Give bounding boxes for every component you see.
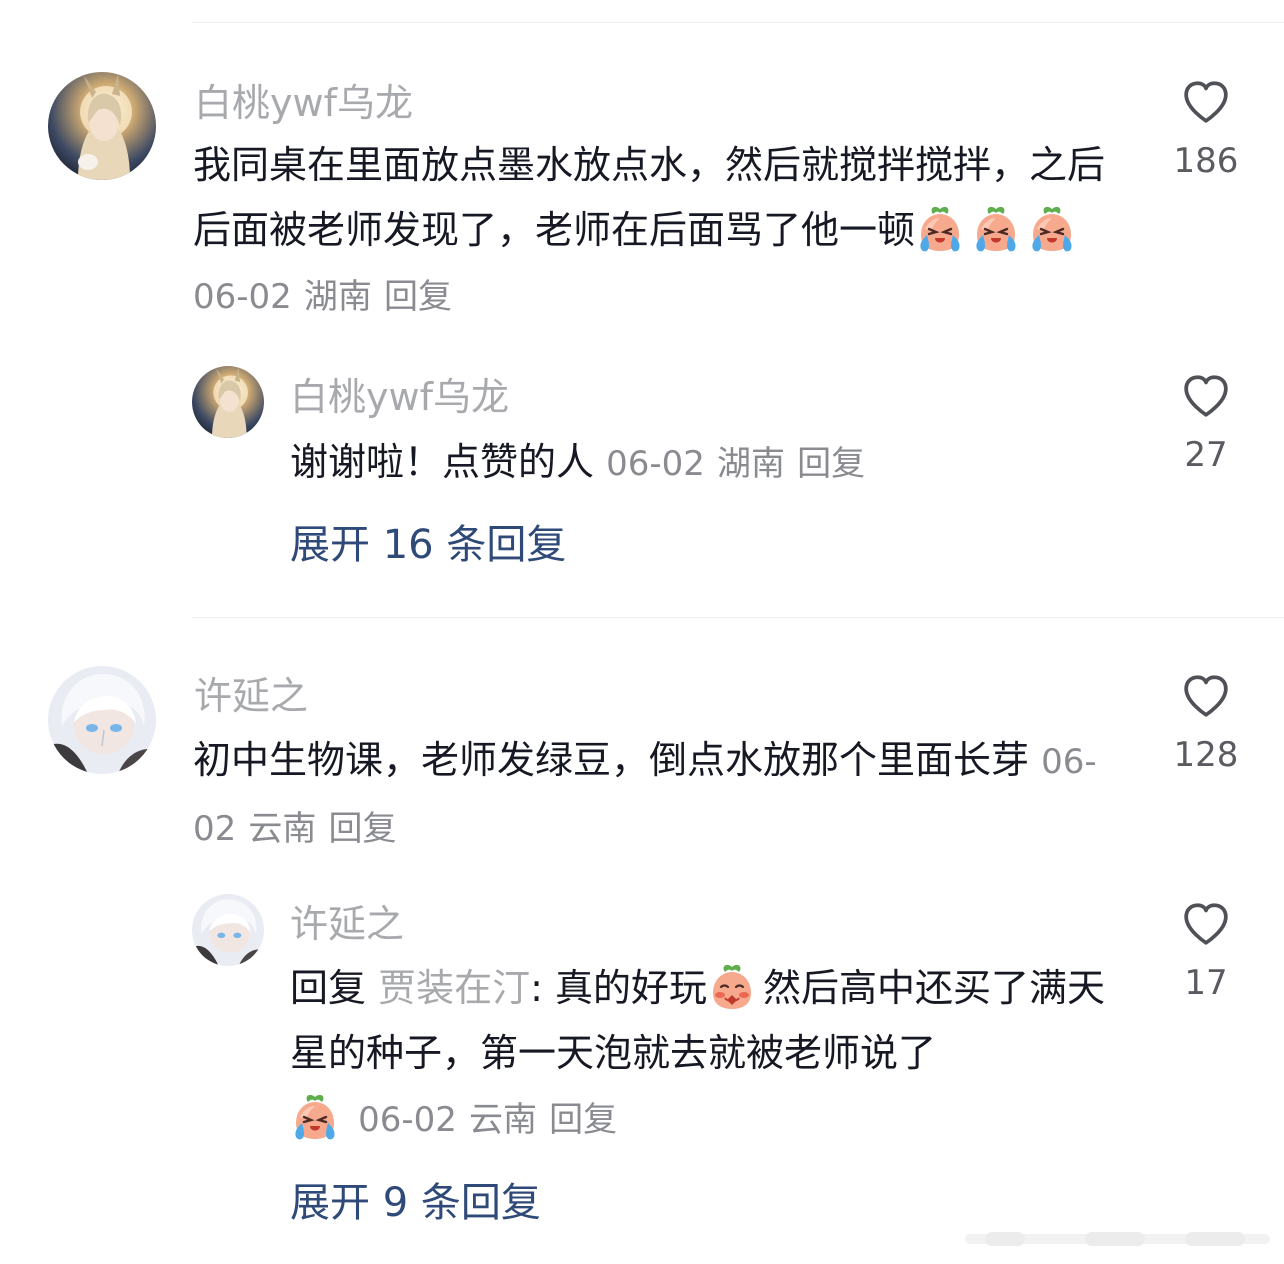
reply-date: 06-02 (606, 444, 705, 484)
like-count: 17 (1184, 963, 1228, 1003)
like-button[interactable]: 17 (1146, 900, 1266, 1000)
reply-target-user[interactable]: 贾装在汀 (378, 966, 530, 1010)
comment-date: 06-02 (193, 277, 292, 317)
reply-button[interactable]: 回复 (797, 444, 865, 484)
reply-body: 谢谢啦！点赞的人 (290, 440, 595, 484)
like-count: 186 (1173, 141, 1239, 181)
crying-peach-emoji (1027, 205, 1077, 253)
reply-author[interactable]: 许延之 (290, 905, 404, 943)
top-divider (192, 22, 1284, 23)
reply-prefix: 回复 (290, 966, 367, 1010)
comment-author[interactable]: 白桃ywf乌龙 (194, 84, 413, 122)
comment-divider (192, 617, 1284, 618)
comment-location: 湖南 (303, 277, 372, 317)
expand-replies-button[interactable]: 展开 16 条回复 (290, 525, 566, 565)
expand-replies-button[interactable]: 展开 9 条回复 (290, 1183, 541, 1223)
reply-button[interactable]: 回复 (549, 1100, 617, 1140)
heart-icon[interactable] (1180, 900, 1232, 948)
like-count: 27 (1184, 435, 1228, 475)
reply-button[interactable]: 回复 (384, 277, 452, 317)
reply-colon: : (530, 966, 543, 1010)
avatar[interactable] (192, 366, 264, 438)
heart-icon[interactable] (1180, 672, 1232, 720)
reply-body-part1: 真的好玩 (555, 966, 708, 1010)
reply-date: 06-02 (358, 1100, 457, 1140)
like-button[interactable]: 186 (1146, 78, 1266, 178)
like-count: 128 (1173, 735, 1239, 775)
comment-text: 初中生物课，老师发绿豆，倒点水放那个里面长芽 06-02 云南 回复 (193, 728, 1113, 862)
reply-button[interactable]: 回复 (328, 809, 396, 849)
heart-icon[interactable] (1180, 78, 1232, 126)
avatar[interactable] (48, 666, 156, 774)
reply-location: 湖南 (717, 444, 785, 484)
heart-icon[interactable] (1180, 372, 1232, 420)
crying-peach-emoji (915, 205, 965, 253)
comment-author[interactable]: 许延之 (194, 677, 308, 715)
reply-text: 回复 贾装在汀: 真的好玩 然后高中还买了满天星的种子，第一天泡就去就被老师说了 … (290, 956, 1120, 1153)
crying-peach-emoji (290, 1093, 340, 1141)
comment-location: 云南 (248, 809, 317, 849)
reply-location: 云南 (468, 1100, 537, 1140)
avatar[interactable] (192, 894, 264, 966)
reply-text: 谢谢啦！点赞的人 06-02 湖南 回复 (290, 430, 1110, 497)
watermark (965, 1232, 1270, 1246)
reply-author[interactable]: 白桃ywf乌龙 (290, 378, 509, 416)
avatar[interactable] (48, 72, 156, 180)
shy-peach-emoji (707, 963, 757, 1011)
crying-peach-emoji (971, 205, 1021, 253)
comment-body: 我同桌在里面放点墨水放点水，然后就搅拌搅拌，之后后面被老师发现了，老师在后面骂了… (193, 143, 1106, 252)
like-button[interactable]: 27 (1146, 372, 1266, 472)
comment-text: 我同桌在里面放点墨水放点水，然后就搅拌搅拌，之后后面被老师发现了，老师在后面骂了… (193, 133, 1113, 330)
like-button[interactable]: 128 (1146, 672, 1266, 772)
comment-body: 初中生物课，老师发绿豆，倒点水放那个里面长芽 (193, 738, 1030, 782)
